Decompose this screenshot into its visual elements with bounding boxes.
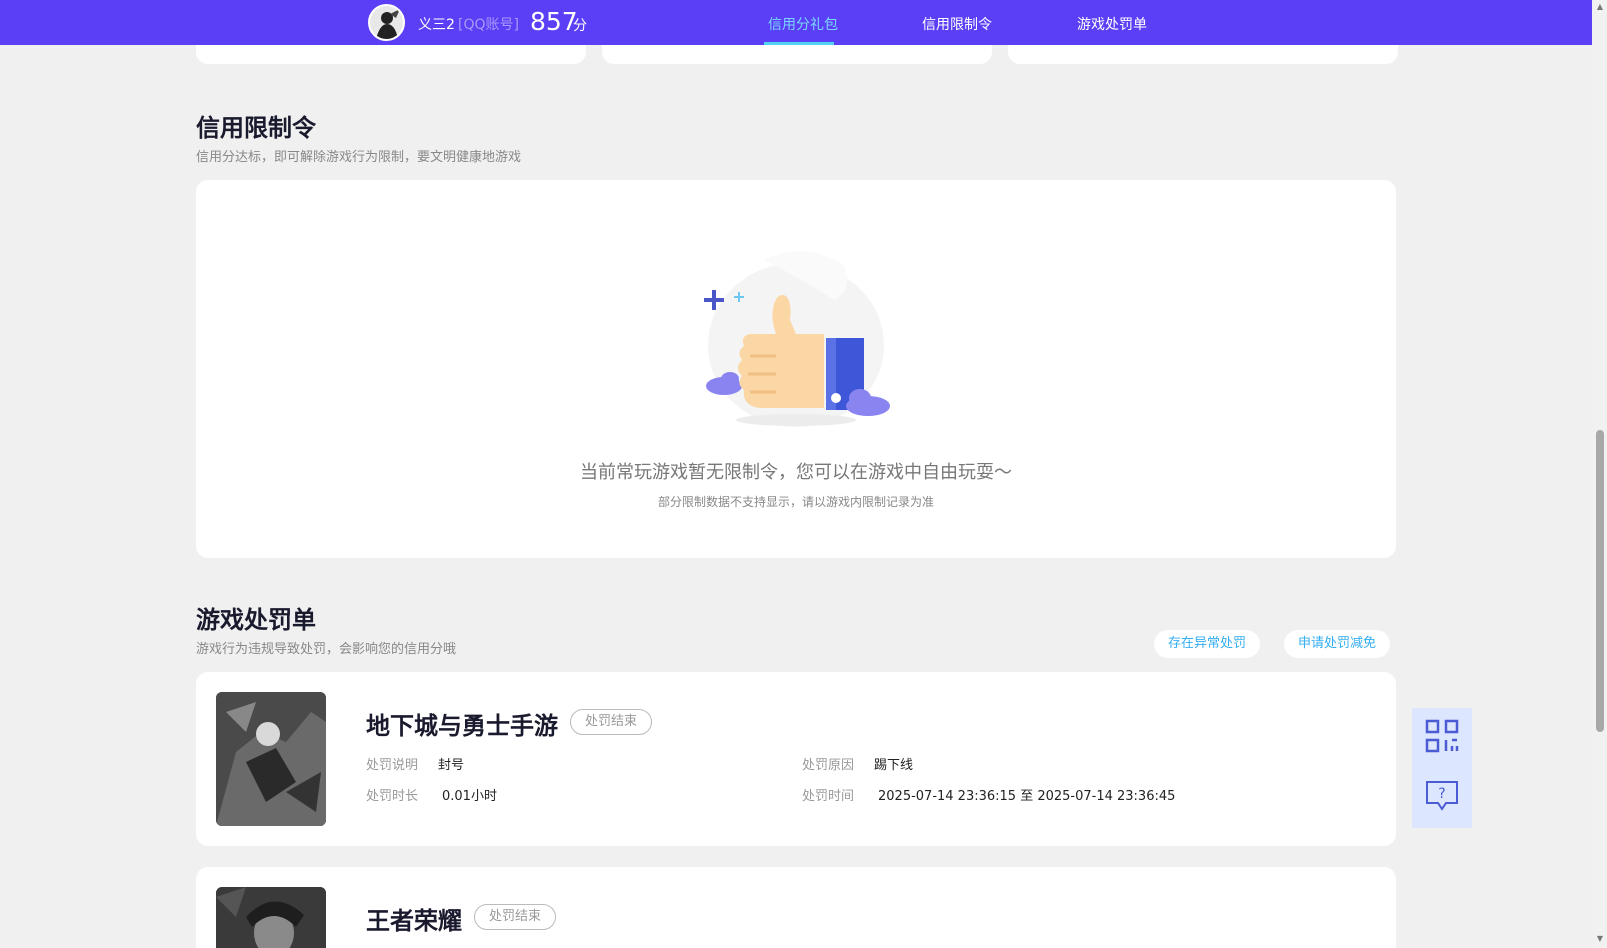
empty-note: 部分限制数据不支持显示，请以游戏内限制记录为准 [657,495,934,509]
score-unit: 分 [573,18,587,34]
penalty-time-label: 处罚时间 [802,789,855,804]
thumbs-up-icon [684,240,904,440]
scroll-down-icon[interactable]: ▼ [1596,934,1604,943]
game-name: 地下城与勇士手游 [366,712,558,740]
avatar[interactable] [368,4,405,41]
penalty-duration-value: 0.01小时 [442,789,497,804]
account-type: [QQ账号] [458,17,519,33]
game-thumbnail [216,692,326,826]
penalty-time-value: 2025-07-14 23:36:15 至 2025-07-14 23:36:4… [878,789,1176,804]
svg-text:?: ? [1438,786,1445,802]
restriction-title: 信用限制令 [196,114,316,142]
penalty-reason-value: 踢下线 [874,758,914,773]
penalty-title: 游戏处罚单 [196,606,316,634]
penalty-card: 王者荣耀 处罚结束 [196,867,1396,948]
abnormal-penalty-button[interactable]: 存在异常处罚 [1154,630,1261,658]
game-name: 王者荣耀 [366,907,462,935]
tab-credit-gift[interactable]: 信用分礼包 [768,14,838,34]
penalty-reason-label: 处罚原因 [802,758,855,773]
penalty-desc-label: 处罚说明 [366,758,419,773]
qr-code-icon [1425,719,1459,757]
penalty-reduction-button[interactable]: 申请处罚减免 [1284,630,1391,658]
empty-message: 当前常玩游戏暂无限制令，您可以在游戏中自由玩耍～ [580,462,1012,483]
penalty-duration-label: 处罚时长 [366,789,419,804]
scrollbar-thumb[interactable] [1596,430,1604,732]
tab-game-penalty[interactable]: 游戏处罚单 [1077,14,1147,34]
game-thumbnail [216,887,326,948]
status-badge: 处罚结束 [570,709,653,735]
top-header: 义三2 [QQ账号] 857 分 信用分礼包 信用限制令 游戏处罚单 [0,0,1592,45]
user-name: 义三2 [418,17,455,33]
help-chat-icon: ? [1425,779,1459,817]
restriction-subtitle: 信用分达标，即可解除游戏行为限制，要文明健康地游戏 [196,150,522,165]
penalty-card: 地下城与勇士手游 处罚结束 处罚说明 封号 处罚原因 踢下线 处罚时长 0.01… [196,672,1396,846]
restriction-panel: 当前常玩游戏暂无限制令，您可以在游戏中自由玩耍～ 部分限制数据不支持显示，请以游… [196,180,1396,558]
active-tab-underline [764,42,834,45]
help-button[interactable]: ? [1412,768,1472,828]
credit-score: 857 [530,7,578,36]
tab-credit-restriction[interactable]: 信用限制令 [922,14,992,34]
status-badge: 处罚结束 [474,904,557,930]
penalty-desc-value: 封号 [438,758,465,773]
penalty-subtitle: 游戏行为违规导致处罚，会影响您的信用分哦 [196,642,457,657]
scroll-up-icon[interactable]: ▲ [1596,2,1604,11]
qr-code-button[interactable] [1412,708,1472,768]
